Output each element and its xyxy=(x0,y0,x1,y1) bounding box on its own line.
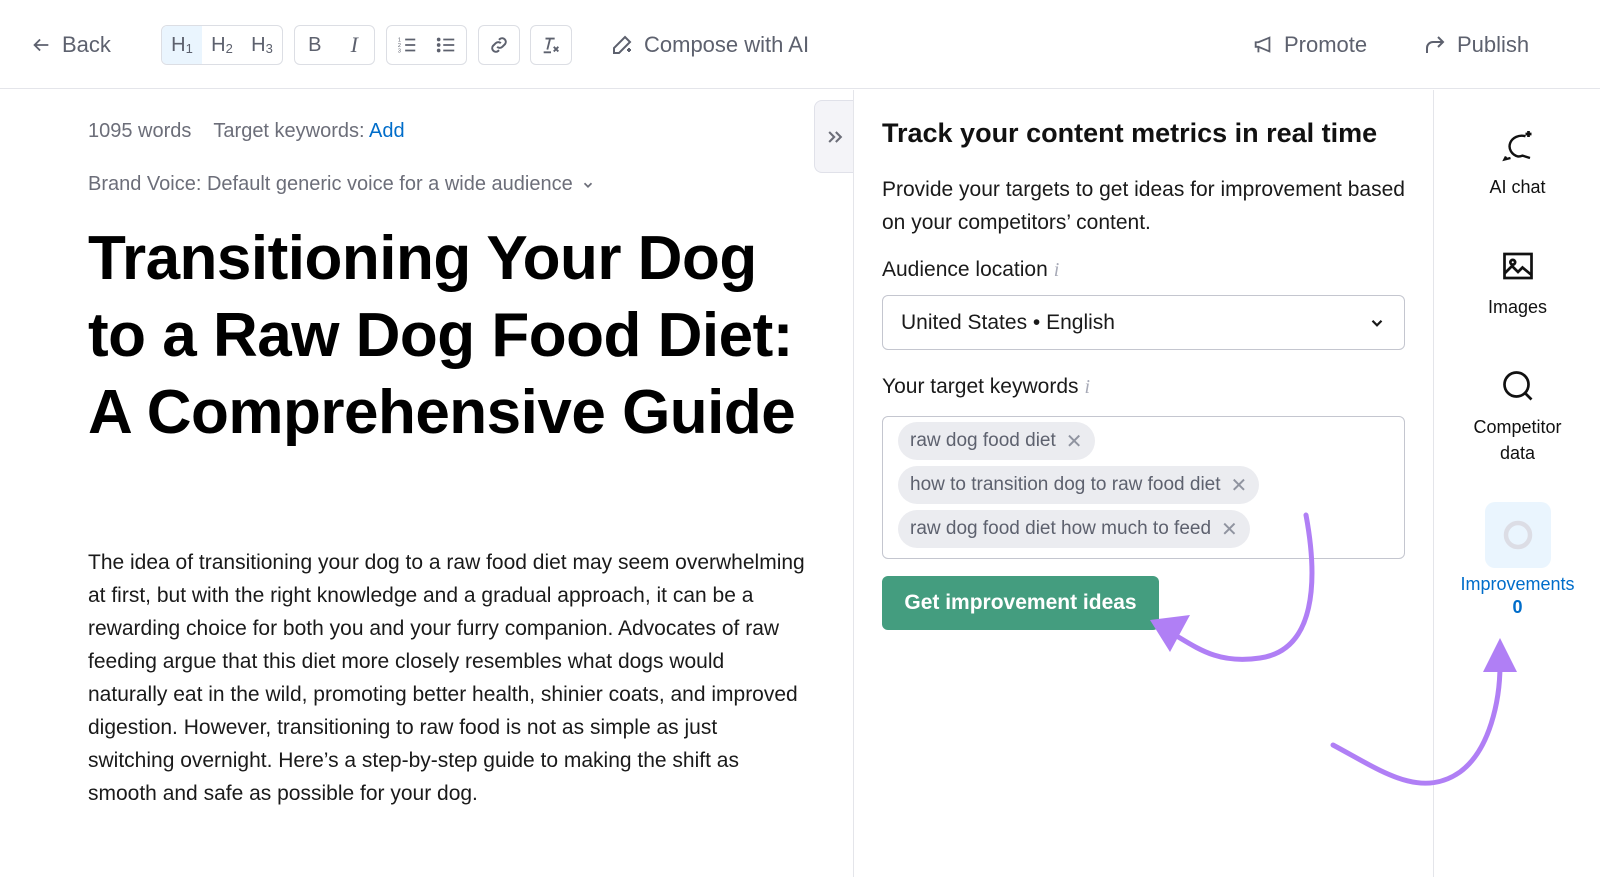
rail-ai-chat[interactable]: AI chat xyxy=(1434,128,1600,200)
ordered-list-button[interactable]: 123 xyxy=(387,26,427,64)
compose-with-ai-button[interactable]: Compose with AI xyxy=(610,29,809,61)
images-label: Images xyxy=(1487,297,1548,317)
brand-voice-dropdown[interactable]: Brand Voice: Default generic voice for a… xyxy=(88,173,595,196)
publish-button[interactable]: Publish xyxy=(1423,29,1529,61)
panel-description: Provide your targets to get ideas for im… xyxy=(882,178,1405,234)
target-keywords-label: Your target keywords i xyxy=(882,375,1091,399)
clear-format-group xyxy=(530,25,572,65)
article-body[interactable]: The idea of transitioning your dog to a … xyxy=(88,546,808,810)
arrow-left-icon xyxy=(33,38,49,52)
right-rail: AI chat Images Competitor data Improveme… xyxy=(1433,90,1600,877)
document-meta: 1095 words Target keywords: Add xyxy=(88,120,405,143)
promote-button[interactable]: Promote xyxy=(1252,29,1367,61)
collapse-panel-button[interactable] xyxy=(814,100,854,173)
article-title[interactable]: Transitioning Your Dog to a Raw Dog Food… xyxy=(88,220,808,451)
remove-keyword-icon[interactable]: ✕ xyxy=(1221,517,1238,542)
heading-2-button[interactable]: H2 xyxy=(202,26,242,64)
improvements-label: Improvements xyxy=(1460,574,1575,594)
svg-text:3: 3 xyxy=(398,48,401,54)
target-keywords-input[interactable]: raw dog food diet ✕ how to transition dog… xyxy=(882,416,1405,559)
editor-area: 1095 words Target keywords: Add Brand Vo… xyxy=(0,90,853,877)
link-group xyxy=(478,25,520,65)
ordered-list-icon: 123 xyxy=(398,37,415,54)
list-group: 123 xyxy=(386,25,467,65)
word-count: 1095 words xyxy=(88,120,192,142)
chevron-down-icon xyxy=(1371,319,1383,327)
get-improvement-ideas-button[interactable]: Get improvement ideas xyxy=(882,576,1159,630)
target-keywords-label: Target keywords: xyxy=(213,120,365,142)
publish-label: Publish xyxy=(1457,32,1530,57)
ai-chat-icon xyxy=(1501,131,1531,162)
image-icon xyxy=(1502,252,1533,280)
audience-location-select[interactable]: United States • English xyxy=(882,295,1405,350)
double-chevron-right-icon xyxy=(827,130,842,143)
link-button[interactable] xyxy=(479,26,519,64)
italic-button[interactable]: I xyxy=(335,26,375,64)
compose-label: Compose with AI xyxy=(644,32,810,57)
audience-location-value: United States • English xyxy=(901,310,1115,334)
remove-keyword-icon[interactable]: ✕ xyxy=(1066,429,1083,454)
remove-keyword-icon[interactable]: ✕ xyxy=(1231,473,1248,498)
format-group: B I xyxy=(294,25,375,65)
magic-pen-icon xyxy=(613,35,632,54)
add-keywords-link[interactable]: Add xyxy=(369,120,405,142)
heading-group: H1 H2 H3 xyxy=(161,25,283,65)
clear-format-button[interactable] xyxy=(531,26,571,64)
rail-competitor-data[interactable]: Competitor data xyxy=(1434,368,1600,466)
chevron-down-icon xyxy=(583,182,592,188)
audience-location-label: Audience location i xyxy=(882,258,1060,282)
bold-button[interactable]: B xyxy=(295,26,335,64)
heading-3-button[interactable]: H3 xyxy=(242,26,282,64)
promote-label: Promote xyxy=(1284,32,1368,57)
brand-voice-label: Brand Voice: Default generic voice for a… xyxy=(88,173,573,195)
bullet-list-icon xyxy=(437,37,455,53)
editor-toolbar: Back H1 H2 H3 B I 123 Compose with AI Pr… xyxy=(0,0,1600,89)
info-icon[interactable]: i xyxy=(1085,376,1091,399)
content-metrics-panel: Track your content metrics in real time … xyxy=(853,90,1433,877)
rail-improvements[interactable]: Improvements 0 xyxy=(1434,502,1600,618)
keyword-chip: raw dog food diet ✕ xyxy=(898,422,1095,460)
back-label: Back xyxy=(62,32,111,57)
competitor-data-label: Competitor data xyxy=(1473,417,1562,463)
back-button[interactable]: Back xyxy=(30,29,111,61)
info-icon[interactable]: i xyxy=(1054,259,1060,282)
rail-images[interactable]: Images xyxy=(1434,248,1600,320)
heading-1-button[interactable]: H1 xyxy=(162,26,202,64)
link-icon xyxy=(491,37,507,53)
keyword-chip: raw dog food diet how much to feed ✕ xyxy=(898,510,1250,548)
search-icon xyxy=(1502,371,1532,401)
loading-ring-icon xyxy=(1503,520,1532,550)
share-arrow-icon xyxy=(1426,36,1445,53)
improvements-icon-box xyxy=(1484,502,1551,568)
ai-chat-label: AI chat xyxy=(1489,177,1546,197)
keyword-chip: how to transition dog to raw food diet ✕ xyxy=(898,466,1260,504)
improvements-count: 0 xyxy=(1512,597,1523,617)
megaphone-icon xyxy=(1254,36,1271,53)
panel-title: Track your content metrics in real time xyxy=(882,118,1378,148)
target-keywords: Target keywords: Add xyxy=(213,120,404,143)
bullet-list-button[interactable] xyxy=(427,26,467,64)
clear-format-icon xyxy=(543,37,559,54)
